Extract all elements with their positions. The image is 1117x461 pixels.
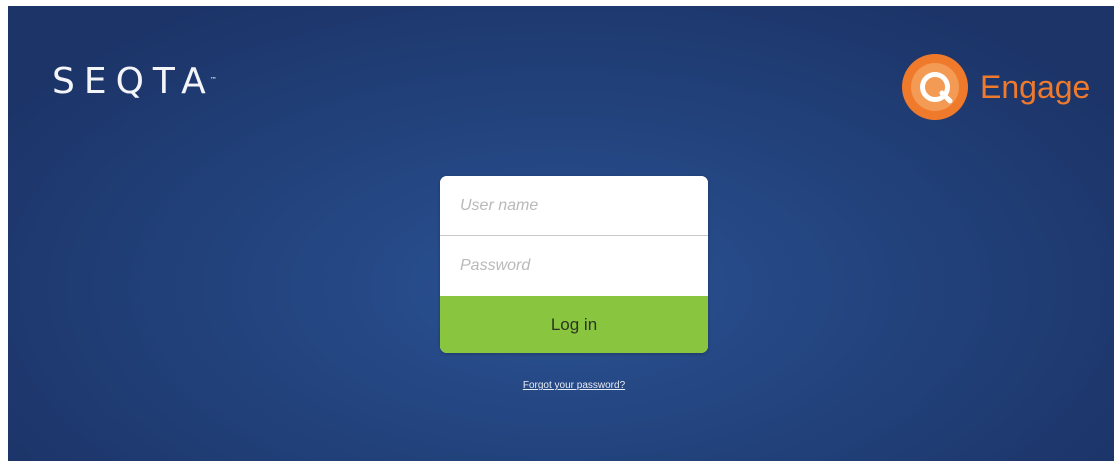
seqta-logo-text: SEQTA [52, 61, 215, 102]
forgot-password-link[interactable]: Forgot your password? [440, 380, 708, 391]
login-page: SEQTA™ Engage Log in Forgot your passwor… [8, 6, 1114, 461]
engage-logo: Engage [900, 52, 1090, 122]
seqta-logo: SEQTA ™ [52, 61, 217, 102]
login-form: Log in [440, 176, 708, 353]
login-button[interactable]: Log in [440, 296, 708, 353]
engage-q-icon [902, 54, 968, 120]
password-input[interactable] [440, 236, 708, 296]
username-input[interactable] [440, 176, 708, 236]
trademark-mark: ™ [209, 76, 217, 84]
engage-logo-text: Engage [980, 69, 1091, 105]
